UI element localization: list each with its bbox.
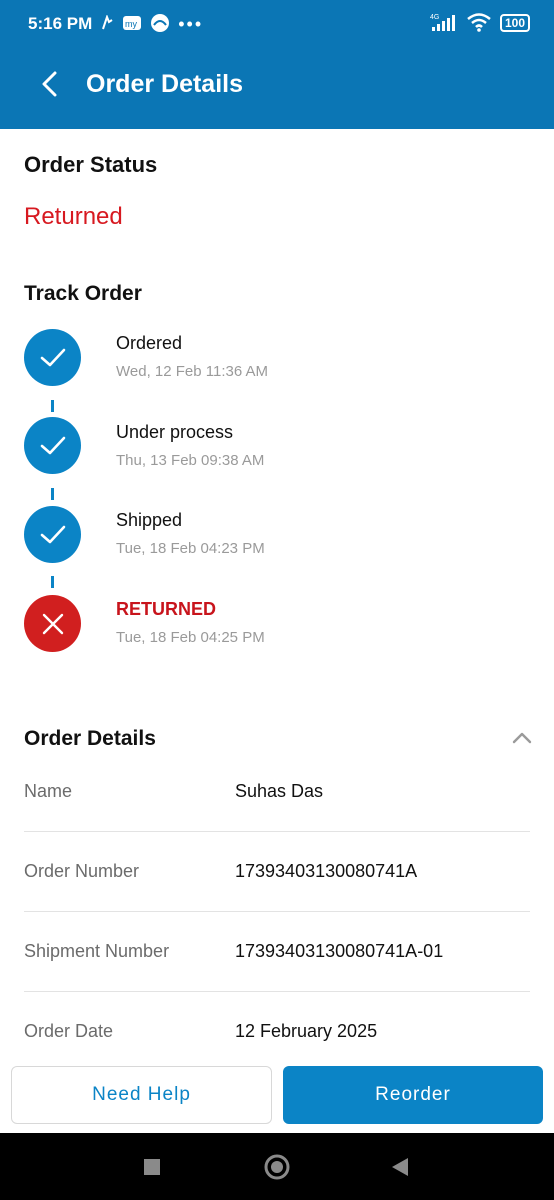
svg-text:my: my bbox=[125, 19, 137, 29]
collapse-button[interactable] bbox=[508, 726, 536, 750]
detail-value: Suhas Das bbox=[235, 781, 324, 801]
step-date: Thu, 13 Feb 09:38 AM bbox=[116, 452, 265, 469]
triangle-back-icon bbox=[392, 1158, 408, 1176]
back-nav-button[interactable] bbox=[390, 1157, 410, 1182]
step-label: Shipped bbox=[116, 510, 183, 530]
more-notifications-icon: ••• bbox=[178, 14, 204, 34]
bottom-action-bar: Need Help Reorder bbox=[0, 1057, 554, 1133]
back-button[interactable] bbox=[36, 70, 64, 98]
step-date: Tue, 18 Feb 04:25 PM bbox=[116, 629, 265, 646]
reorder-button[interactable]: Reorder bbox=[283, 1066, 543, 1124]
system-nav-bar bbox=[0, 1133, 554, 1200]
notification-icon bbox=[100, 14, 114, 33]
detail-key: Order Date bbox=[24, 1021, 114, 1041]
step-done-icon bbox=[24, 329, 81, 386]
wifi-icon bbox=[466, 12, 492, 34]
battery-indicator: 100 bbox=[499, 14, 530, 32]
order-status-heading: Order Status bbox=[24, 152, 158, 177]
step-label: Ordered bbox=[116, 333, 183, 353]
page-title: Order Details bbox=[86, 70, 244, 98]
app-notification-icon: my bbox=[122, 14, 142, 34]
detail-value: 17393403130080741A bbox=[235, 861, 418, 881]
step-done-icon bbox=[24, 417, 81, 474]
detail-row-name: Name Suhas Das bbox=[24, 752, 530, 832]
home-circle-icon bbox=[264, 1154, 290, 1180]
svg-text:4G: 4G bbox=[430, 14, 439, 21]
signal-icon: 4G bbox=[424, 12, 458, 34]
step-label: Under process bbox=[116, 422, 234, 442]
step-done-icon bbox=[24, 506, 81, 563]
order-details-heading: Order Details bbox=[24, 727, 156, 750]
app-notification-icon-2 bbox=[150, 13, 170, 35]
detail-key: Order Number bbox=[24, 861, 140, 881]
square-icon bbox=[144, 1159, 160, 1175]
timeline-connector bbox=[51, 400, 54, 412]
order-status-value: Returned bbox=[24, 203, 123, 230]
detail-value: 12 February 2025 bbox=[235, 1021, 378, 1041]
step-date: Wed, 12 Feb 11:36 AM bbox=[116, 363, 269, 380]
step-date: Tue, 18 Feb 04:23 PM bbox=[116, 540, 265, 557]
step-failed-icon bbox=[24, 595, 81, 652]
step-label: RETURNED bbox=[116, 599, 217, 619]
detail-row-order-number: Order Number 17393403130080741A bbox=[24, 832, 530, 912]
app-bar: Order Details bbox=[0, 58, 554, 110]
status-bar: 5:16 PM my ••• 4G 100 bbox=[0, 0, 554, 48]
chevron-up-icon bbox=[512, 732, 532, 744]
need-help-button[interactable]: Need Help bbox=[11, 1066, 272, 1124]
status-time: 5:16 PM bbox=[28, 14, 93, 33]
detail-key: Name bbox=[24, 781, 73, 801]
track-order-heading: Track Order bbox=[24, 282, 142, 305]
recents-button[interactable] bbox=[143, 1158, 161, 1181]
timeline-connector bbox=[51, 576, 54, 588]
detail-key: Shipment Number bbox=[24, 941, 170, 961]
back-arrow-icon bbox=[42, 71, 57, 97]
header: 5:16 PM my ••• 4G 100 Order Details bbox=[0, 0, 554, 129]
detail-value: 17393403130080741A-01 bbox=[235, 941, 444, 961]
detail-row-shipment-number: Shipment Number 17393403130080741A-01 bbox=[24, 912, 530, 992]
home-button[interactable] bbox=[263, 1153, 291, 1186]
timeline-connector bbox=[51, 488, 54, 500]
